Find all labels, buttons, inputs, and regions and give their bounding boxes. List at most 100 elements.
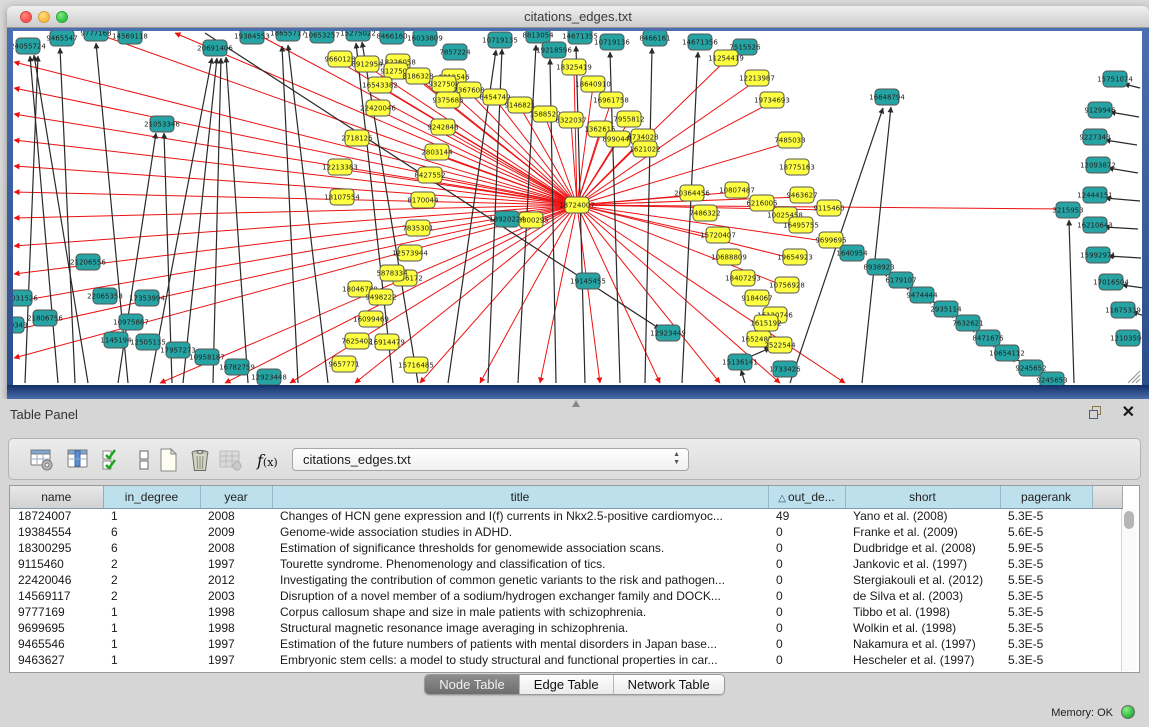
- graph-node[interactable]: 18407293: [725, 270, 761, 286]
- graph-node[interactable]: 21053346: [144, 116, 180, 132]
- graph-node[interactable]: 1615192: [750, 315, 781, 331]
- table-cell[interactable]: 9699695: [10, 620, 103, 636]
- citation-edge-red[interactable]: [357, 140, 577, 205]
- table-cell[interactable]: Franke et al. (2009): [845, 524, 1000, 540]
- graph-node[interactable]: 16648794: [869, 89, 905, 105]
- table-cell[interactable]: 5.6E-5: [1000, 524, 1092, 540]
- table-cell[interactable]: 2003: [200, 588, 272, 604]
- scrollbar-thumb[interactable]: [1124, 511, 1134, 529]
- graph-node[interactable]: 8813054: [522, 31, 554, 43]
- graph-node[interactable]: 12213383: [322, 159, 358, 175]
- table-cell[interactable]: Wolkin et al. (1998): [845, 620, 1000, 636]
- graph-node[interactable]: 21206556: [70, 254, 106, 270]
- graph-node[interactable]: 12213987: [739, 70, 775, 86]
- graph-node[interactable]: 14569118: [112, 31, 148, 44]
- citation-edge-red[interactable]: [14, 62, 577, 205]
- close-panel-icon[interactable]: ✕: [1122, 402, 1135, 422]
- graph-node[interactable]: 12103594: [1110, 330, 1142, 346]
- table-row[interactable]: 1872400712008Changes of HCN gene express…: [10, 508, 1122, 524]
- column-header-pagerank[interactable]: pagerank: [1000, 486, 1092, 508]
- citation-edge-black[interactable]: [356, 43, 393, 383]
- graph-node[interactable]: 19384553: [234, 31, 270, 44]
- graph-node[interactable]: 7625402: [341, 333, 372, 349]
- table-cell[interactable]: Nakamura et al. (1997): [845, 636, 1000, 652]
- network-canvas[interactable]: 2405572494655479777168145691182069140619…: [13, 31, 1142, 385]
- graph-node[interactable]: 9474444: [906, 287, 938, 303]
- graph-node[interactable]: 18325419: [556, 59, 592, 75]
- graph-node[interactable]: 16961758: [593, 92, 629, 108]
- table-cell[interactable]: Disruption of a novel member of a sodium…: [272, 588, 768, 604]
- table-cell[interactable]: 5.3E-5: [1000, 652, 1092, 668]
- graph-node[interactable]: 7632621: [952, 315, 983, 331]
- graph-node[interactable]: 10719135: [482, 32, 518, 48]
- float-panel-icon[interactable]: [1089, 405, 1105, 421]
- citation-edge-black[interactable]: [1069, 220, 1074, 383]
- graph-node[interactable]: 20364456: [674, 185, 710, 201]
- graph-node[interactable]: 24055724: [13, 38, 46, 54]
- graph-node[interactable]: 19218596: [536, 42, 572, 58]
- table-cell[interactable]: 6: [103, 540, 200, 556]
- table-cell[interactable]: Dudbridge et al. (2008): [845, 540, 1000, 556]
- table-cell[interactable]: 5.9E-5: [1000, 540, 1092, 556]
- table-vertical-scrollbar[interactable]: [1121, 509, 1136, 671]
- select-rows-icon[interactable]: [99, 447, 125, 473]
- graph-node[interactable]: 8471676: [972, 330, 1004, 346]
- table-cell[interactable]: Estimation of the future numbers of pati…: [272, 636, 768, 652]
- show-columns-icon[interactable]: [65, 447, 91, 473]
- graph-node[interactable]: 10719136: [594, 34, 630, 50]
- table-cell[interactable]: 2: [103, 572, 200, 588]
- graph-node[interactable]: 8938923: [863, 259, 894, 275]
- graph-node[interactable]: 18107554: [324, 189, 360, 205]
- table-cell[interactable]: 9465546: [10, 636, 103, 652]
- graph-node[interactable]: 16210643: [1077, 217, 1113, 233]
- citation-edge-red[interactable]: [443, 129, 577, 205]
- citation-edge-black[interactable]: [226, 57, 248, 383]
- table-cell[interactable]: 0: [768, 540, 845, 556]
- table-cell[interactable]: 1997: [200, 556, 272, 572]
- table-cell[interactable]: Tibbo et al. (1998): [845, 604, 1000, 620]
- graph-node[interactable]: 17016504: [1093, 274, 1129, 290]
- table-cell[interactable]: Changes of HCN gene expression and I(f) …: [272, 508, 768, 524]
- column-header-short[interactable]: short: [845, 486, 1000, 508]
- graph-node[interactable]: 7857224: [439, 44, 471, 60]
- graph-node[interactable]: 9498222: [365, 289, 396, 305]
- citation-edge-red[interactable]: [577, 205, 660, 383]
- tab-node-table[interactable]: Node Table: [425, 675, 519, 694]
- table-cell[interactable]: 9777169: [10, 604, 103, 620]
- table-cell[interactable]: 2008: [200, 508, 272, 524]
- graph-node[interactable]: 1621022: [629, 141, 660, 157]
- table-cell[interactable]: 2012: [200, 572, 272, 588]
- graph-node[interactable]: 1145194: [100, 332, 132, 348]
- table-cell[interactable]: 1: [103, 604, 200, 620]
- citation-edge-red[interactable]: [14, 192, 577, 205]
- citation-edge-red[interactable]: [225, 205, 577, 383]
- graph-node[interactable]: 22065358: [87, 288, 123, 304]
- graph-node[interactable]: 8170044: [407, 192, 439, 208]
- graph-node[interactable]: 12923448: [251, 369, 287, 385]
- graph-node[interactable]: 18655717: [270, 31, 306, 41]
- table-cell[interactable]: 1: [103, 508, 200, 524]
- graph-node[interactable]: 15992971: [1080, 247, 1116, 263]
- citation-edge-red[interactable]: [378, 110, 577, 205]
- resize-grip-icon[interactable]: [1132, 375, 1140, 383]
- graph-node[interactable]: 20691406: [197, 40, 233, 56]
- column-header-title[interactable]: title: [272, 486, 768, 508]
- table-cell[interactable]: 1997: [200, 652, 272, 668]
- column-header-out_de[interactable]: △out_de...: [768, 486, 845, 508]
- memory-status-indicator[interactable]: [1121, 705, 1135, 719]
- table-cell[interactable]: de Silva et al. (2003): [845, 588, 1000, 604]
- graph-node[interactable]: 12444151: [1077, 187, 1113, 203]
- citation-edge-black[interactable]: [862, 107, 891, 383]
- graph-node[interactable]: 1640954: [836, 245, 868, 261]
- table-settings-icon[interactable]: [29, 447, 55, 473]
- citation-edge-red[interactable]: [380, 87, 577, 205]
- table-cell[interactable]: 22420046: [10, 572, 103, 588]
- table-cell[interactable]: 14569117: [10, 588, 103, 604]
- table-cell[interactable]: 1: [103, 620, 200, 636]
- graph-node[interactable]: 10975887: [113, 314, 149, 330]
- graph-node[interactable]: 11675339: [1105, 302, 1141, 318]
- citation-edge-red[interactable]: [14, 166, 577, 205]
- graph-node[interactable]: 19145455: [570, 273, 606, 289]
- citation-edge-black[interactable]: [60, 48, 75, 383]
- graph-node[interactable]: 19654923: [777, 249, 813, 265]
